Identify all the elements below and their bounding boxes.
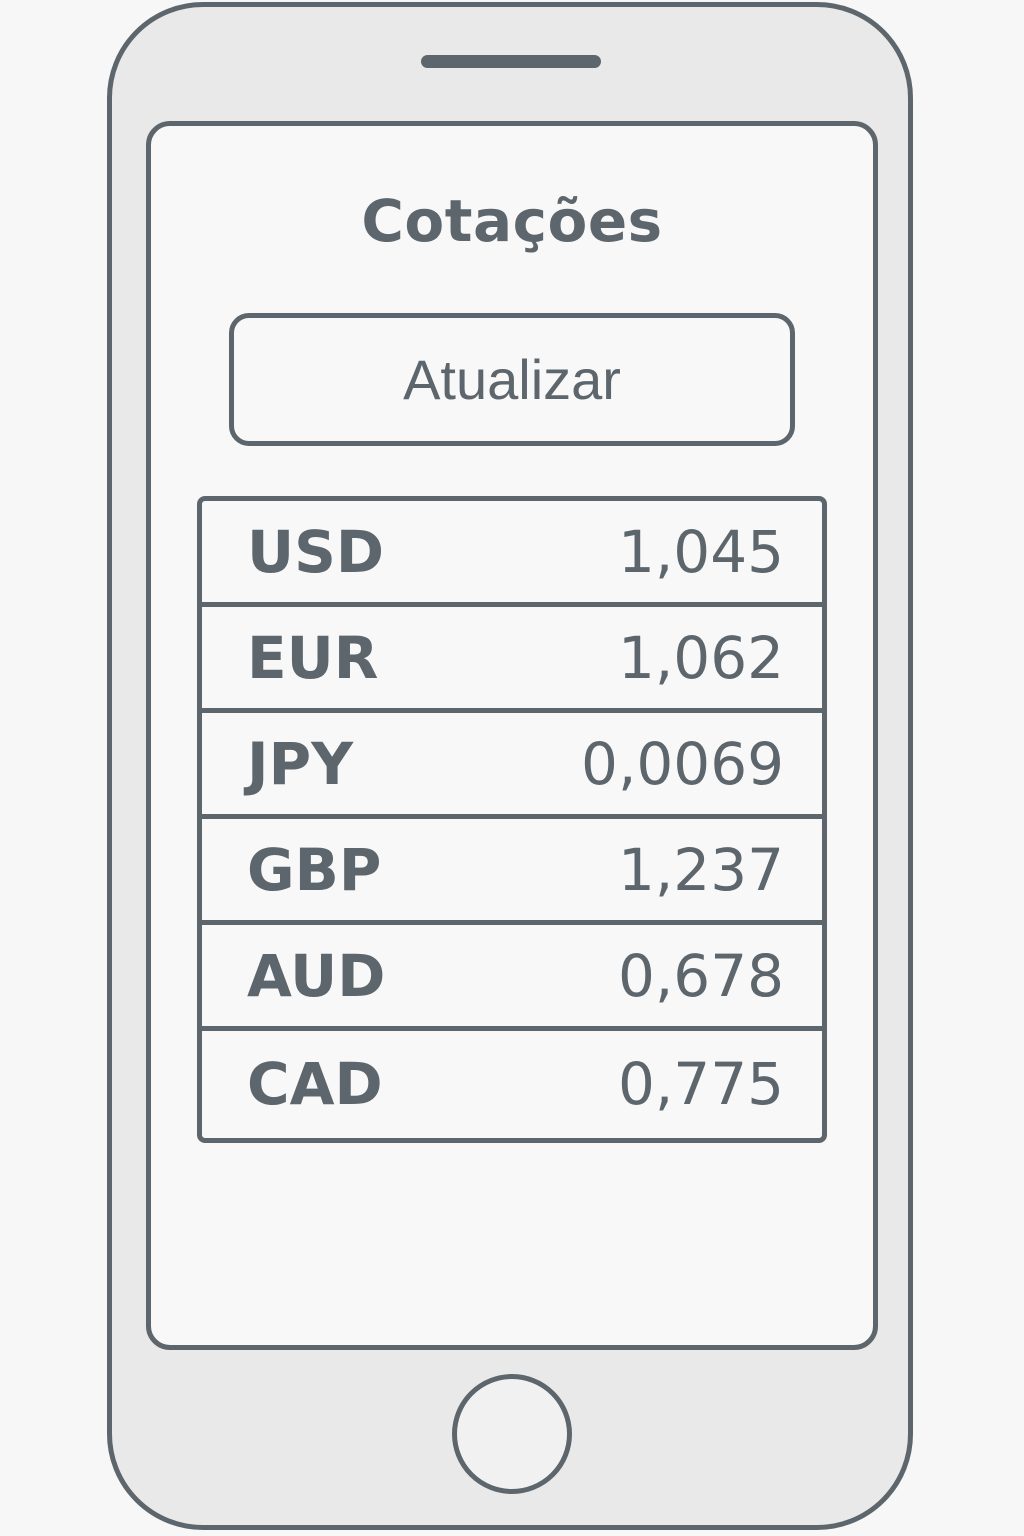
page-title: Cotações (361, 187, 663, 255)
currency-value: 1,237 (617, 835, 784, 904)
currency-row-jpy[interactable]: JPY 0,0069 (202, 713, 822, 819)
currency-value: 1,045 (617, 517, 784, 586)
refresh-button[interactable]: Atualizar (229, 313, 795, 446)
currency-row-cad[interactable]: CAD 0,775 (202, 1031, 822, 1137)
currency-row-eur[interactable]: EUR 1,062 (202, 607, 822, 713)
home-button-icon[interactable] (452, 1374, 572, 1494)
currency-code: EUR (247, 623, 379, 692)
currency-value: 0,775 (617, 1050, 784, 1118)
currency-code: AUD (247, 941, 386, 1010)
currency-value: 0,678 (617, 941, 784, 1010)
currency-rates-table: USD 1,045 EUR 1,062 JPY 0,0069 GBP 1,237… (197, 496, 827, 1143)
currency-row-aud[interactable]: AUD 0,678 (202, 925, 822, 1031)
page: Cotações Atualizar USD 1,045 EUR 1,062 J… (0, 0, 1024, 1536)
currency-value: 0,0069 (581, 729, 784, 798)
speaker-icon (421, 55, 601, 68)
currency-row-usd[interactable]: USD 1,045 (202, 501, 822, 607)
currency-code: JPY (247, 729, 354, 798)
currency-value: 1,062 (617, 623, 784, 692)
currency-row-gbp[interactable]: GBP 1,237 (202, 819, 822, 925)
currency-code: GBP (247, 835, 382, 904)
currency-code: USD (247, 517, 385, 586)
currency-code: CAD (247, 1050, 383, 1118)
